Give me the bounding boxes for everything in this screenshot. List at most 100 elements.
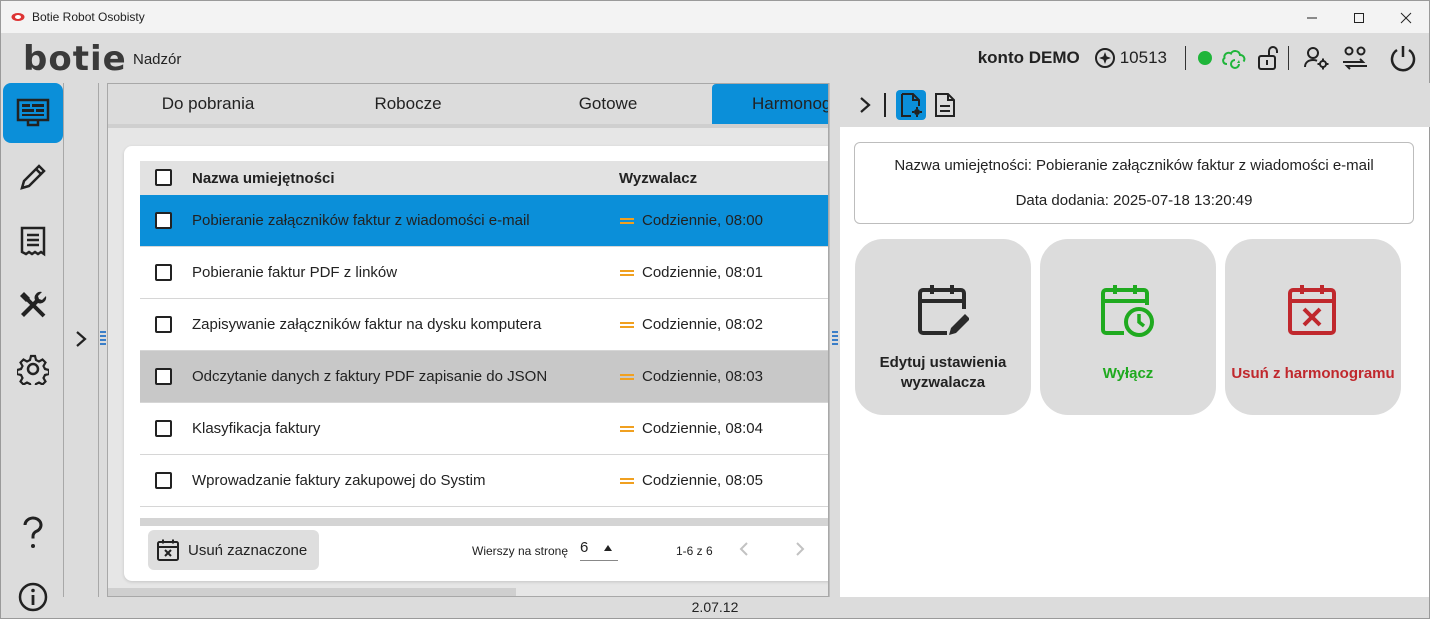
row-skill-name: Zapisywanie załączników faktur na dysku … [192,316,542,333]
page-title: Nadzór [133,51,182,68]
tab-label: Gotowe [578,94,638,113]
column-header-name[interactable]: Nazwa umiejętności [192,170,335,187]
remove-from-schedule-button[interactable]: Usuń z harmonogramu [1225,239,1401,415]
tab-do-pobrania[interactable]: Do pobrania [124,84,292,124]
row-checkbox[interactable] [155,368,172,385]
tab-label: Robocze [374,94,442,113]
sidebar-item-tools[interactable] [3,275,63,335]
tab-label: Do pobrania [161,94,255,113]
details-toolbar [840,83,1430,127]
row-checkbox[interactable] [155,472,172,489]
table-row[interactable]: Zapisywanie załączników faktur na dysku … [140,299,828,351]
collapse-panel-icon[interactable] [858,95,872,115]
app-logo-icon [11,13,25,21]
toolbar-separator [884,93,886,117]
user-settings-icon[interactable] [1303,33,1331,83]
sidebar-item-receipts[interactable] [3,211,63,271]
row-checkbox[interactable] [155,264,172,281]
disable-button[interactable]: Wyłącz [1040,239,1216,415]
gear-icon [17,354,49,385]
column-header-trigger[interactable]: Wyzwalacz [619,170,697,187]
table-row[interactable]: Pobieranie załączników faktur z wiadomoś… [140,195,828,247]
rows-per-page-value: 6 [580,539,589,556]
schedule-table-card: Nazwa umiejętności Wyzwalacz Pobieranie … [124,146,828,581]
pencil-icon [20,164,46,190]
document-icon[interactable] [934,92,956,118]
receipt-icon [20,226,46,257]
calendar-remove-icon [1288,285,1336,335]
users-swap-icon[interactable] [1341,33,1369,83]
rows-per-page-select[interactable]: 6 [580,539,618,561]
close-icon[interactable] [1382,1,1429,34]
trigger-icon [620,216,634,226]
row-trigger: Codziennie, 08:00 [642,212,763,229]
table-row[interactable]: Pobieranie faktur PDF z linków Codzienni… [140,247,828,299]
row-trigger: Codziennie, 08:02 [642,316,763,333]
tab-harmonogram[interactable]: Harmonogram [712,84,829,124]
trigger-settings-tab[interactable] [896,90,926,120]
credits-value: 10513 [1119,48,1167,67]
row-checkbox[interactable] [155,420,172,437]
unlock-icon[interactable] [1256,33,1280,83]
tab-label: Harmonogram [752,94,829,113]
disable-label: Wyłącz [1102,365,1154,382]
calendar-edit-icon [918,285,969,335]
table-row[interactable]: Odczytanie danych z faktury PDF zapisani… [140,351,828,403]
details-panel: Nazwa umiejętności: Pobieranie załącznik… [829,83,1430,597]
row-skill-name: Pobieranie faktur PDF z linków [192,264,398,281]
sidebar-item-monitor[interactable] [3,83,63,143]
cloud-sync-icon[interactable] [1220,33,1248,83]
row-trigger: Codziennie, 08:04 [642,420,763,437]
minimize-icon[interactable] [1288,1,1335,34]
select-all-checkbox[interactable] [155,169,172,186]
window-titlebar: Botie Robot Osobisty [0,0,1430,33]
power-icon[interactable] [1389,33,1417,83]
date-added-line: Data dodania: 2025-07-18 13:20:49 [1015,192,1253,209]
trigger-icon [620,424,634,434]
table-row[interactable]: Klasyfikacja faktury Codziennie, 08:04 [140,403,828,455]
botie-logo: botie [23,39,127,79]
tab-robocze[interactable]: Robocze [324,84,492,124]
table-horizontal-scrollbar[interactable] [140,518,828,526]
splitter-grip[interactable] [100,331,106,349]
splitter-grip[interactable] [832,331,838,349]
sidebar-collapse-strip[interactable] [63,83,106,597]
delete-selected-button[interactable]: Usuń zaznaczone [148,530,319,570]
edit-trigger-label: Edytuj ustawienia wyzwalacza [879,354,1007,391]
table-row[interactable]: Wprowadzanie faktury zakupowej do Systim… [140,455,828,507]
app-header: botie Nadzór konto DEMO 10513 [1,33,1429,83]
row-checkbox[interactable] [155,316,172,333]
trigger-icon [620,372,634,382]
row-skill-name: Klasyfikacja faktury [192,420,321,437]
edit-trigger-button[interactable]: Edytuj ustawienia wyzwalacza [855,239,1031,415]
monitor-icon [16,98,50,127]
trigger-icon [620,268,634,278]
prev-page-button[interactable] [736,538,752,560]
tools-icon [20,291,47,318]
document-settings-icon [901,93,922,117]
account-label: konto DEMO [977,48,1080,67]
app-version: 2.07.12 [691,599,739,615]
sidebar-item-edit[interactable] [3,147,63,207]
schedule-panel: Do pobrania Robocze Gotowe Harmonogram N… [107,83,829,597]
table-header: Nazwa umiejętności Wyzwalacz [140,161,828,195]
panel-horizontal-scrollbar[interactable] [108,588,516,596]
tab-bar: Do pobrania Robocze Gotowe Harmonogram [108,84,829,128]
maximize-icon[interactable] [1335,1,1382,34]
delete-selected-label: Usuń zaznaczone [188,541,308,559]
next-page-button[interactable] [792,538,808,560]
sidebar-item-help[interactable] [3,503,63,563]
credits-icon [1094,48,1115,68]
sidebar [1,83,65,612]
row-checkbox[interactable] [155,212,172,229]
pagination-range: 1-6 z 6 [676,544,713,558]
trigger-icon [620,320,634,330]
credits-counter: 10513 [1094,47,1167,69]
tab-gotowe[interactable]: Gotowe [524,84,692,124]
trigger-icon [620,476,634,486]
details-splitter[interactable] [830,83,840,597]
header-separator [1185,46,1186,70]
row-trigger: Codziennie, 08:05 [642,472,763,489]
chevron-right-icon[interactable] [74,329,88,349]
sidebar-item-settings[interactable] [3,339,63,399]
